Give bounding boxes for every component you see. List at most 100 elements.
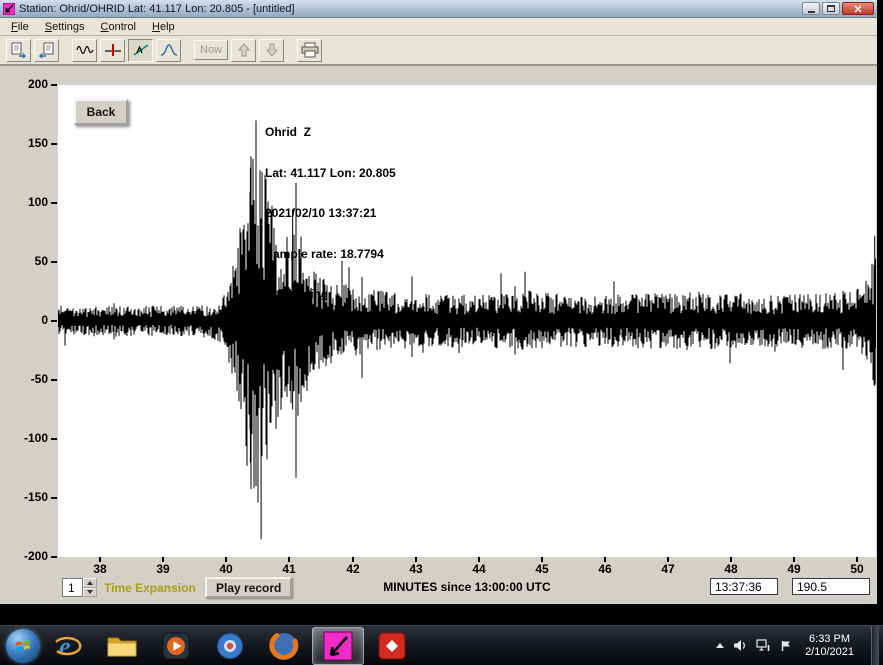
disc-icon — [216, 632, 244, 660]
maximize-button[interactable] — [822, 2, 840, 15]
export-button[interactable] — [6, 39, 31, 62]
x-axis-tick — [288, 557, 290, 562]
svg-text:e: e — [59, 632, 71, 661]
pick-time-button[interactable] — [100, 39, 125, 62]
x-axis-tick — [162, 557, 164, 562]
waveform-view-button[interactable] — [72, 39, 97, 62]
filter-curve-icon — [160, 43, 178, 57]
scroll-up-icon — [238, 43, 250, 57]
play-record-button[interactable]: Play record — [205, 577, 292, 598]
clock-time: 6:33 PM — [805, 633, 854, 646]
seismogram-plot[interactable] — [58, 85, 876, 557]
y-axis-label: 200 — [10, 77, 48, 91]
menu-help[interactable]: Help — [144, 19, 183, 35]
y-axis-tick — [51, 556, 57, 558]
trace-filtering: No filtering — [265, 288, 396, 302]
print-icon — [301, 42, 319, 58]
spinner-up-button[interactable] — [83, 578, 97, 588]
scroll-down-button[interactable] — [259, 39, 284, 62]
filter-button[interactable] — [156, 39, 181, 62]
taskbar-ie-button[interactable]: e — [42, 627, 94, 665]
taskbar-active-app-button[interactable] — [312, 627, 364, 665]
x-axis-tick — [793, 557, 795, 562]
x-axis-label: 47 — [653, 562, 683, 576]
y-axis-label: -200 — [10, 549, 48, 563]
trace-station-component: Ohrid Z — [265, 126, 396, 140]
taskbar-clock[interactable]: 6:33 PM 2/10/2021 — [805, 633, 854, 659]
start-button[interactable] — [6, 629, 40, 663]
speaker-icon — [733, 639, 747, 652]
back-button[interactable]: Back — [74, 99, 128, 125]
x-axis-tick — [856, 557, 858, 562]
show-desktop-button[interactable] — [871, 626, 879, 665]
x-axis-tick — [225, 557, 227, 562]
import-icon — [38, 42, 55, 58]
x-axis-tick — [667, 557, 669, 562]
x-axis-label: 46 — [590, 562, 620, 576]
y-axis-tick — [51, 497, 57, 499]
taskbar: e — [0, 625, 883, 665]
trace-info: Ohrid Z Lat: 41.117 Lon: 20.805 2021/02/… — [265, 99, 396, 329]
menu-settings[interactable]: Settings — [37, 19, 93, 35]
y-axis-tick — [51, 261, 57, 263]
current-time-field[interactable]: 13:37:36 — [710, 578, 778, 595]
y-axis-label: 0 — [10, 313, 48, 327]
menu-file[interactable]: File — [3, 19, 37, 35]
scroll-up-button[interactable] — [231, 39, 256, 62]
x-axis-tick — [99, 557, 101, 562]
red-app-icon — [378, 632, 406, 660]
folder-icon — [106, 633, 138, 659]
menu-bar: File Settings Control Help — [0, 18, 877, 36]
y-axis-label: 100 — [10, 195, 48, 209]
titlebar[interactable]: Station: Ohrid/OHRID Lat: 41.117 Lon: 20… — [0, 0, 877, 18]
taskbar-red-app-button[interactable] — [366, 627, 418, 665]
menu-control[interactable]: Control — [93, 19, 144, 35]
tray-action-center-button[interactable] — [780, 640, 792, 652]
x-axis-tick — [478, 557, 480, 562]
tray-volume-button[interactable] — [733, 639, 747, 652]
taskbar-media-button[interactable] — [150, 627, 202, 665]
seismograph-app-icon — [323, 631, 353, 661]
firefox-icon — [269, 631, 299, 661]
x-axis-label: 43 — [401, 562, 431, 576]
media-player-icon — [162, 632, 190, 660]
close-icon — [854, 5, 862, 13]
pick-icon — [104, 43, 122, 57]
system-tray: 6:33 PM 2/10/2021 — [716, 626, 883, 665]
y-axis-label: -150 — [10, 490, 48, 504]
close-button[interactable] — [842, 2, 874, 15]
extract-view-button[interactable] — [128, 39, 153, 62]
export-icon — [10, 42, 27, 58]
x-axis-label: 45 — [527, 562, 557, 576]
window-title: Station: Ohrid/OHRID Lat: 41.117 Lon: 20… — [19, 3, 802, 15]
y-axis-tick — [51, 143, 57, 145]
x-axis-tick — [730, 557, 732, 562]
import-button[interactable] — [34, 39, 59, 62]
x-axis-label: 42 — [338, 562, 368, 576]
minimize-button[interactable] — [802, 2, 820, 15]
now-button[interactable]: Now — [194, 40, 228, 60]
trace-coordinates: Lat: 41.117 Lon: 20.805 — [265, 167, 396, 181]
amplitude-field[interactable]: 190.5 — [792, 578, 870, 595]
trace-datetime: 2021/02/10 13:37:21 — [265, 207, 396, 221]
windows-flag-icon — [14, 637, 32, 655]
y-axis-label: -50 — [10, 372, 48, 386]
time-expansion-label: Time Expansion — [104, 581, 196, 595]
window-controls — [802, 2, 874, 15]
tray-expand-button[interactable] — [716, 643, 724, 648]
spinner-down-button[interactable] — [83, 588, 97, 598]
desktop: Station: Ohrid/OHRID Lat: 41.117 Lon: 20… — [0, 0, 883, 665]
taskbar-firefox-button[interactable] — [258, 627, 310, 665]
time-expansion-value[interactable]: 1 — [62, 578, 83, 597]
toolbar: Now — [0, 36, 877, 66]
print-button[interactable] — [297, 39, 322, 62]
tray-network-button[interactable] — [756, 639, 771, 652]
y-axis-tick — [51, 320, 57, 322]
x-axis-label: 38 — [85, 562, 115, 576]
waveform-icon — [76, 43, 94, 57]
y-axis-tick — [51, 84, 57, 86]
taskbar-explorer-button[interactable] — [96, 627, 148, 665]
y-axis-tick — [51, 438, 57, 440]
y-axis-tick — [51, 202, 57, 204]
taskbar-disc-button[interactable] — [204, 627, 256, 665]
